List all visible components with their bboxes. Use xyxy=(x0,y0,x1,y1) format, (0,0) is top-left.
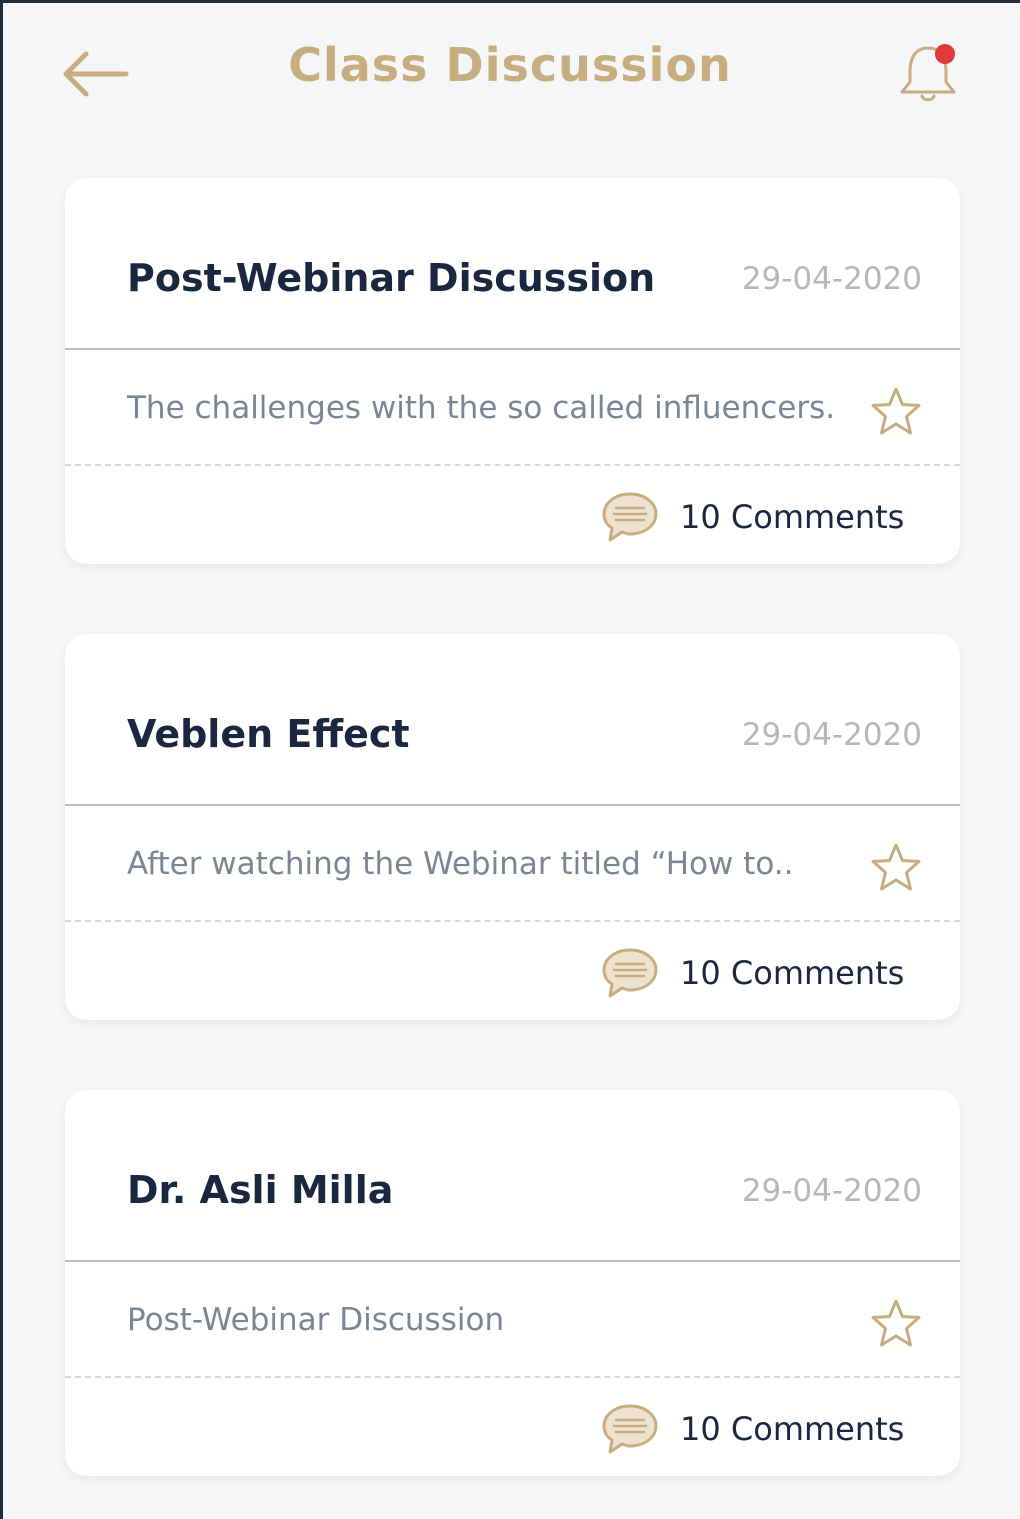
discussion-description: After watching the Webinar titled “How t… xyxy=(127,846,794,882)
discussion-description: The challenges with the so called influe… xyxy=(127,390,836,426)
discussion-date: 29-04-2020 xyxy=(741,1173,922,1209)
discussion-card[interactable]: Post-Webinar Discussion 29-04-2020 The c… xyxy=(65,178,960,564)
discussion-card[interactable]: Dr. Asli Milla 29-04-2020 Post-Webinar D… xyxy=(65,1090,960,1476)
discussion-card[interactable]: Veblen Effect 29-04-2020 After watching … xyxy=(65,634,960,1020)
page-title: Class Discussion xyxy=(288,38,732,92)
comments-link[interactable]: 10 Comments xyxy=(600,946,920,1004)
comment-bubble-icon xyxy=(602,948,658,998)
notification-dot xyxy=(935,44,955,64)
star-icon xyxy=(871,843,921,891)
comments-count: 10 Comments xyxy=(680,1410,905,1448)
discussion-title: Dr. Asli Milla xyxy=(127,1168,394,1212)
bell-icon xyxy=(900,44,956,102)
comments-count: 10 Comments xyxy=(680,498,905,536)
favorite-button[interactable] xyxy=(870,386,922,438)
comments-link[interactable]: 10 Comments xyxy=(600,490,920,548)
discussion-date: 29-04-2020 xyxy=(741,717,922,753)
comments-link[interactable]: 10 Comments xyxy=(600,1402,920,1460)
discussion-description: Post-Webinar Discussion xyxy=(127,1302,505,1338)
comment-bubble-icon xyxy=(602,492,658,542)
comment-bubble-icon xyxy=(602,1404,658,1454)
comments-count: 10 Comments xyxy=(680,954,905,992)
discussion-title: Veblen Effect xyxy=(127,712,410,756)
favorite-button[interactable] xyxy=(870,842,922,894)
notifications-button[interactable] xyxy=(890,38,966,108)
discussion-date: 29-04-2020 xyxy=(741,261,922,297)
favorite-button[interactable] xyxy=(870,1298,922,1350)
star-icon xyxy=(871,387,921,435)
discussion-title: Post-Webinar Discussion xyxy=(127,256,656,300)
star-icon xyxy=(871,1299,921,1347)
app-header: Class Discussion xyxy=(0,0,1020,150)
